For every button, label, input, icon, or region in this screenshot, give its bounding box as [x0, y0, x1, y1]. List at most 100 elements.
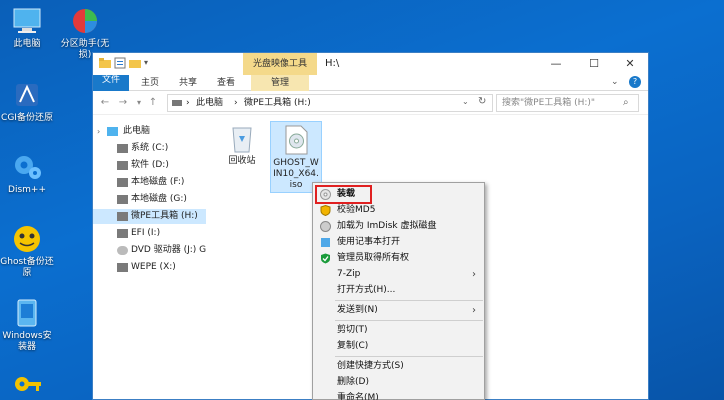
forward-arrow-icon[interactable]: →	[117, 96, 129, 110]
tab-home[interactable]: 主页	[133, 75, 167, 91]
address-bar[interactable]: › 此电脑 › 微PE工具箱 (H:) ⌄ ↻	[167, 94, 493, 112]
desktop-icon-key[interactable]	[0, 370, 60, 400]
new-folder-icon[interactable]	[129, 57, 141, 69]
recent-dropdown-icon[interactable]: ▾	[133, 96, 145, 110]
tree-item-drive-d[interactable]: 软件 (D:)	[93, 158, 206, 173]
desktop-icon-label: CGI备份还原	[1, 113, 53, 123]
file-label: 回收站	[228, 156, 256, 166]
desktop-icon-label: Windows安装器	[2, 331, 52, 352]
tree-item-drive-c[interactable]: 系统 (C:)	[93, 141, 206, 156]
properties-icon[interactable]	[114, 57, 126, 69]
tab-manage[interactable]: 管理	[251, 75, 309, 91]
shield-icon	[320, 204, 331, 217]
ribbon-expand-icon[interactable]: ⌄	[611, 77, 619, 87]
desktop-icon-label: 此电脑	[13, 39, 41, 49]
contextual-tab-header: 光盘映像工具	[243, 53, 317, 75]
tree-item-drive-i[interactable]: EFI (I:)	[93, 226, 206, 241]
maximize-button[interactable]: ☐	[575, 53, 613, 75]
menu-item-7zip[interactable]: 7-Zip ›	[313, 267, 484, 282]
desktop-icon-dism[interactable]: Dism++	[0, 152, 60, 196]
drive-icon	[172, 100, 182, 106]
notepad-icon	[320, 237, 331, 248]
window-title: H:\	[325, 58, 340, 69]
tree-item-drive-f[interactable]: 本地磁盘 (F:)	[93, 175, 206, 190]
menu-item-label: 加载为 ImDisk 虚拟磁盘	[337, 221, 437, 231]
tree-item-label: EFI (I:)	[131, 228, 161, 238]
search-input[interactable]: 搜索"微PE工具箱 (H:)" ⌕	[496, 94, 639, 112]
context-menu: 装载 校验MD5 加载为 ImDisk 虚拟磁盘 使用记事本打开 管理员取得所有…	[312, 182, 485, 400]
menu-item-send-to[interactable]: 发送到(N) ›	[313, 303, 484, 318]
title-bar: ▾ 光盘映像工具 H:\ — ☐ ✕	[93, 53, 648, 75]
tree-item-drive-x[interactable]: WEPE (X:)	[93, 260, 206, 275]
menu-item-md5[interactable]: 校验MD5	[313, 203, 484, 218]
menu-item-label: 重命名(M)	[337, 393, 379, 400]
key-icon	[10, 370, 44, 400]
desktop-icon-ghost[interactable]: Ghost备份还原	[0, 224, 60, 279]
ghost-icon	[10, 224, 44, 254]
tree-item-label: 此电脑	[123, 126, 151, 136]
menu-separator	[335, 320, 483, 321]
tab-view[interactable]: 查看	[209, 75, 243, 91]
menu-item-cut[interactable]: 剪切(T)	[313, 323, 484, 338]
navigation-pane: › 此电脑 系统 (C:) 软件 (D:) 本地磁盘 (F:) 本地磁盘 (G:…	[93, 116, 206, 399]
drive-icon	[117, 144, 128, 153]
menu-item-imdisk[interactable]: 加载为 ImDisk 虚拟磁盘	[313, 219, 484, 234]
menu-item-label: 复制(C)	[337, 341, 369, 351]
help-icon[interactable]: ?	[629, 76, 641, 88]
tree-item-drive-h[interactable]: 微PE工具箱 (H:)	[93, 209, 206, 224]
shield-check-icon	[320, 253, 331, 264]
desktop-icon-cgi-backup[interactable]: CGI备份还原	[0, 80, 60, 124]
tree-item-label: 本地磁盘 (F:)	[131, 177, 185, 187]
menu-item-take-ownership[interactable]: 管理员取得所有权	[313, 251, 484, 266]
menu-item-create-shortcut[interactable]: 创建快捷方式(S)	[313, 359, 484, 374]
menu-item-delete[interactable]: 删除(D)	[313, 375, 484, 390]
computer-icon	[10, 6, 44, 36]
search-icon[interactable]: ⌕	[623, 97, 629, 109]
tab-share[interactable]: 共享	[171, 75, 205, 91]
drive-icon	[117, 178, 128, 187]
submenu-arrow-icon: ›	[472, 305, 476, 316]
computer-icon	[107, 127, 118, 136]
menu-item-label: 使用记事本打开	[337, 237, 401, 247]
menu-item-open-with[interactable]: 打开方式(H)...	[313, 283, 484, 298]
breadcrumb-sep: ›	[186, 98, 190, 108]
tree-item-label: 系统 (C:)	[131, 143, 169, 153]
menu-item-label: 校验MD5	[337, 205, 376, 215]
expand-chevron-icon[interactable]: ›	[97, 124, 100, 139]
cgi-icon	[10, 80, 44, 110]
menu-item-copy[interactable]: 复制(C)	[313, 339, 484, 354]
back-arrow-icon[interactable]: ←	[99, 96, 111, 110]
search-placeholder: 搜索"微PE工具箱 (H:)"	[502, 98, 596, 108]
dvd-icon	[117, 246, 128, 255]
installer-icon	[10, 298, 44, 328]
tab-file[interactable]: 文件	[93, 75, 129, 91]
disc-image-icon	[281, 124, 311, 156]
tree-item-drive-g[interactable]: 本地磁盘 (G:)	[93, 192, 206, 207]
drive-icon	[117, 161, 128, 170]
address-dropdown-icon[interactable]: ⌄	[462, 97, 469, 106]
menu-item-label: 发送到(N)	[337, 305, 378, 315]
partition-icon	[68, 6, 102, 36]
up-arrow-icon[interactable]: ↑	[147, 96, 159, 110]
tree-item-this-pc[interactable]: › 此电脑	[93, 124, 206, 139]
minimize-button[interactable]: —	[537, 53, 575, 75]
breadcrumb-drive-h[interactable]: 微PE工具箱 (H:)	[244, 97, 311, 109]
drive-icon	[117, 195, 128, 204]
menu-item-label: 7-Zip	[337, 269, 361, 279]
menu-item-rename[interactable]: 重命名(M)	[313, 391, 484, 400]
refresh-icon[interactable]: ↻	[478, 96, 486, 107]
menu-separator	[335, 356, 483, 357]
tree-item-drive-j[interactable]: DVD 驱动器 (J:) Gh	[93, 243, 206, 258]
qat-dropdown-icon[interactable]: ▾	[144, 57, 156, 69]
breadcrumb-this-pc[interactable]: 此电脑	[196, 97, 223, 109]
folder-icon[interactable]	[99, 57, 111, 69]
file-item-recycle-bin[interactable]: 回收站	[216, 122, 268, 167]
tree-item-label: WEPE (X:)	[131, 262, 176, 272]
desktop-icon-label: Dism++	[8, 185, 46, 195]
close-button[interactable]: ✕	[611, 53, 648, 75]
gear-icon	[10, 152, 44, 182]
menu-item-notepad[interactable]: 使用记事本打开	[313, 235, 484, 250]
desktop-icon-windows-installer[interactable]: Windows安装器	[0, 298, 60, 353]
desktop-icon-this-pc[interactable]: 此电脑	[0, 6, 60, 50]
desktop-icon-label: Ghost备份还原	[0, 257, 54, 278]
